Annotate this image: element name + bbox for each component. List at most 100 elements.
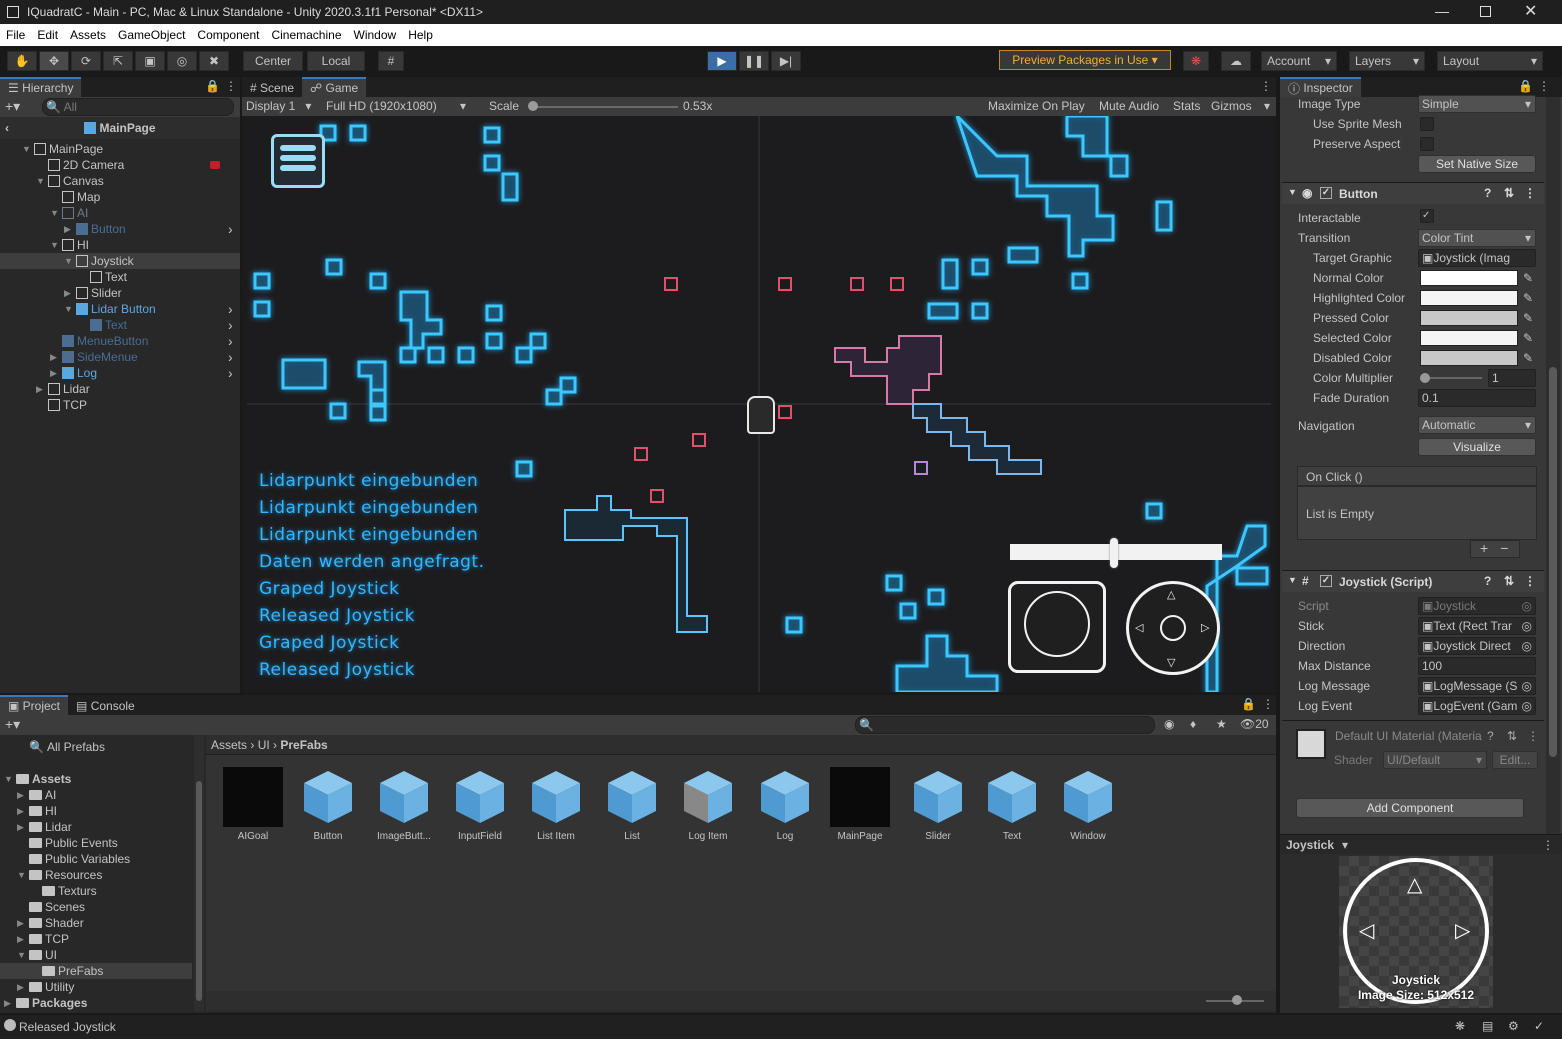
asset-item[interactable]: MainPage xyxy=(825,767,895,842)
menu-component[interactable]: Component xyxy=(197,28,259,42)
help-icon[interactable]: ? xyxy=(1484,574,1491,588)
joystick-field-value[interactable]: ▣Text (Rect Trar ◎ xyxy=(1418,617,1536,635)
folder-item[interactable]: ▶ HI xyxy=(0,803,192,819)
asset-item[interactable]: AIGoal xyxy=(218,767,288,842)
cache-icon[interactable]: ▤ xyxy=(1482,1019,1493,1033)
project-search-input[interactable]: 🔍 xyxy=(855,716,1155,734)
chevron-right-icon[interactable]: › xyxy=(228,349,233,365)
folder-item[interactable]: ▶ Lidar xyxy=(0,819,192,835)
more-options-icon[interactable]: ⋮ xyxy=(1262,697,1274,711)
eyedropper-icon[interactable]: ✎ xyxy=(1523,271,1533,285)
collapse-arrow-icon[interactable]: ▶ xyxy=(50,365,60,381)
transition-dropdown[interactable]: Color Tint ▾ xyxy=(1418,229,1536,247)
tab-scene[interactable]: # Scene xyxy=(242,77,302,97)
hierarchy-item[interactable]: ▼ Canvas xyxy=(0,173,240,189)
more-options-icon[interactable]: ⋮ xyxy=(1527,729,1539,743)
project-tree-scrollbar[interactable] xyxy=(194,735,204,1011)
hierarchy-item[interactable]: ▼ Joystick xyxy=(0,253,240,269)
transform-tool-icon[interactable]: ◎ xyxy=(167,51,197,71)
asset-item[interactable]: Log Item xyxy=(673,767,743,842)
folder-item[interactable]: PreFabs xyxy=(0,963,192,979)
account-dropdown[interactable]: Account ▾ xyxy=(1261,51,1337,71)
expand-arrow-icon[interactable]: ▼ xyxy=(64,301,74,317)
chevron-right-icon[interactable]: › xyxy=(228,301,233,317)
hierarchy-item[interactable]: ▼ HI xyxy=(0,237,240,253)
layout-dropdown[interactable]: Layout ▾ xyxy=(1437,51,1543,71)
menu-assets[interactable]: Assets xyxy=(70,28,106,42)
preserve-aspect-checkbox[interactable] xyxy=(1420,137,1434,151)
more-options-icon[interactable]: ⋮ xyxy=(1524,574,1536,588)
joystick-stick[interactable] xyxy=(1160,615,1186,641)
folder-item[interactable]: Texturs xyxy=(0,883,192,899)
expand-arrow-icon[interactable]: ▼ xyxy=(50,205,60,221)
color-multiplier-handle[interactable] xyxy=(1420,373,1430,383)
collapse-arrow-icon[interactable]: ▶ xyxy=(36,381,46,397)
hierarchy-item[interactable]: MenueButton › xyxy=(0,333,240,349)
hierarchy-search-input[interactable]: 🔍 All xyxy=(42,98,234,116)
visualize-button[interactable]: Visualize xyxy=(1418,438,1536,456)
object-picker-icon[interactable]: ◎ xyxy=(1522,598,1532,614)
move-tool-icon[interactable]: ✥ xyxy=(39,51,69,71)
component-enabled-checkbox[interactable]: ✓ xyxy=(1320,187,1332,199)
joystick-script-header[interactable]: ▼ # ✓ Joystick (Script) ? ⇅ ⋮ xyxy=(1282,570,1544,592)
eyedropper-icon[interactable]: ✎ xyxy=(1523,331,1533,345)
more-options-icon[interactable]: ⋮ xyxy=(225,79,237,93)
folder-item[interactable]: ▶ Shader xyxy=(0,915,192,931)
chevron-down-icon[interactable]: ▾ xyxy=(1342,838,1348,852)
fade-duration-input[interactable]: 0.1 xyxy=(1418,389,1536,407)
add-component-button[interactable]: Add Component xyxy=(1296,798,1524,818)
eyedropper-icon[interactable]: ✎ xyxy=(1523,351,1533,365)
chevron-right-icon[interactable]: › xyxy=(228,221,233,237)
hierarchy-item[interactable]: ▼ MainPage xyxy=(0,141,240,157)
pivot-local-button[interactable]: Local xyxy=(307,51,365,71)
hand-tool-icon[interactable]: ✋ xyxy=(7,51,37,71)
stats-toggle[interactable]: Stats xyxy=(1173,99,1200,113)
asset-item[interactable]: List xyxy=(597,767,667,842)
menu-gameobject[interactable]: GameObject xyxy=(118,28,185,42)
collapse-arrow-icon[interactable]: ▶ xyxy=(17,979,27,995)
search-by-label-icon[interactable]: ♦ xyxy=(1190,717,1196,731)
favorite-icon[interactable]: ★ xyxy=(1216,717,1227,731)
shader-dropdown[interactable]: UI/Default ▾ xyxy=(1383,751,1487,769)
expand-arrow-icon[interactable]: ▼ xyxy=(17,867,27,883)
custom-tool-icon[interactable]: ✖ xyxy=(199,51,229,71)
expand-arrow-icon[interactable]: ▼ xyxy=(22,141,32,157)
minimize-icon[interactable]: — xyxy=(1435,3,1449,19)
button-component-header[interactable]: ▼ ◉ ✓ Button ? ⇅ ⋮ xyxy=(1282,182,1544,204)
menu-edit[interactable]: Edit xyxy=(37,28,58,42)
close-icon[interactable]: ✕ xyxy=(1524,1,1537,21)
preview-packages-button[interactable]: Preview Packages in Use ▾ xyxy=(999,50,1171,70)
collapse-arrow-icon[interactable]: ▶ xyxy=(64,285,74,301)
component-enabled-checkbox[interactable]: ✓ xyxy=(1320,575,1332,587)
menu-file[interactable]: File xyxy=(6,28,25,42)
image-type-dropdown[interactable]: Simple ▾ xyxy=(1418,95,1536,113)
asset-item[interactable]: Text xyxy=(977,767,1047,842)
eyedropper-icon[interactable]: ✎ xyxy=(1523,311,1533,325)
folder-item[interactable]: Scenes xyxy=(0,899,192,915)
step-button[interactable]: ▶| xyxy=(771,51,801,71)
debug-icon[interactable]: ⚙ xyxy=(1508,1019,1519,1033)
hidden-packages-icon[interactable]: 👁20 xyxy=(1240,717,1269,731)
tab-hierarchy[interactable]: ☰ Hierarchy xyxy=(0,77,82,97)
scale-tool-icon[interactable]: ⇱ xyxy=(103,51,133,71)
color-swatch[interactable] xyxy=(1420,310,1518,326)
eyedropper-icon[interactable]: ✎ xyxy=(1523,291,1533,305)
collapse-arrow-icon[interactable]: ▶ xyxy=(17,931,27,947)
pivot-center-button[interactable]: Center xyxy=(243,51,303,71)
add-icon[interactable]: + xyxy=(1480,540,1488,556)
folder-item[interactable]: ▶ Packages xyxy=(0,995,192,1011)
hierarchy-item[interactable]: 2D Camera xyxy=(0,157,240,173)
asset-item[interactable]: ImageButt... xyxy=(369,767,439,842)
more-options-icon[interactable]: ⋮ xyxy=(1260,79,1272,93)
speed-slider-handle[interactable] xyxy=(1110,538,1118,568)
presets-icon[interactable]: ⇅ xyxy=(1507,729,1517,743)
collapse-arrow-icon[interactable]: ▶ xyxy=(50,349,60,365)
maximize-on-play-toggle[interactable]: Maximize On Play xyxy=(988,99,1085,113)
hierarchy-item[interactable]: ▶ Slider xyxy=(0,285,240,301)
expand-arrow-icon[interactable]: ▼ xyxy=(64,253,74,269)
use-sprite-mesh-checkbox[interactable] xyxy=(1420,117,1434,131)
folder-item[interactable]: ▼ Resources xyxy=(0,867,192,883)
game-view[interactable]: Lidarpunkt eingebunden Lidarpunkt eingebu… xyxy=(247,116,1271,692)
cloud-icon[interactable]: ☁ xyxy=(1221,51,1251,71)
scale-slider[interactable] xyxy=(532,106,678,108)
